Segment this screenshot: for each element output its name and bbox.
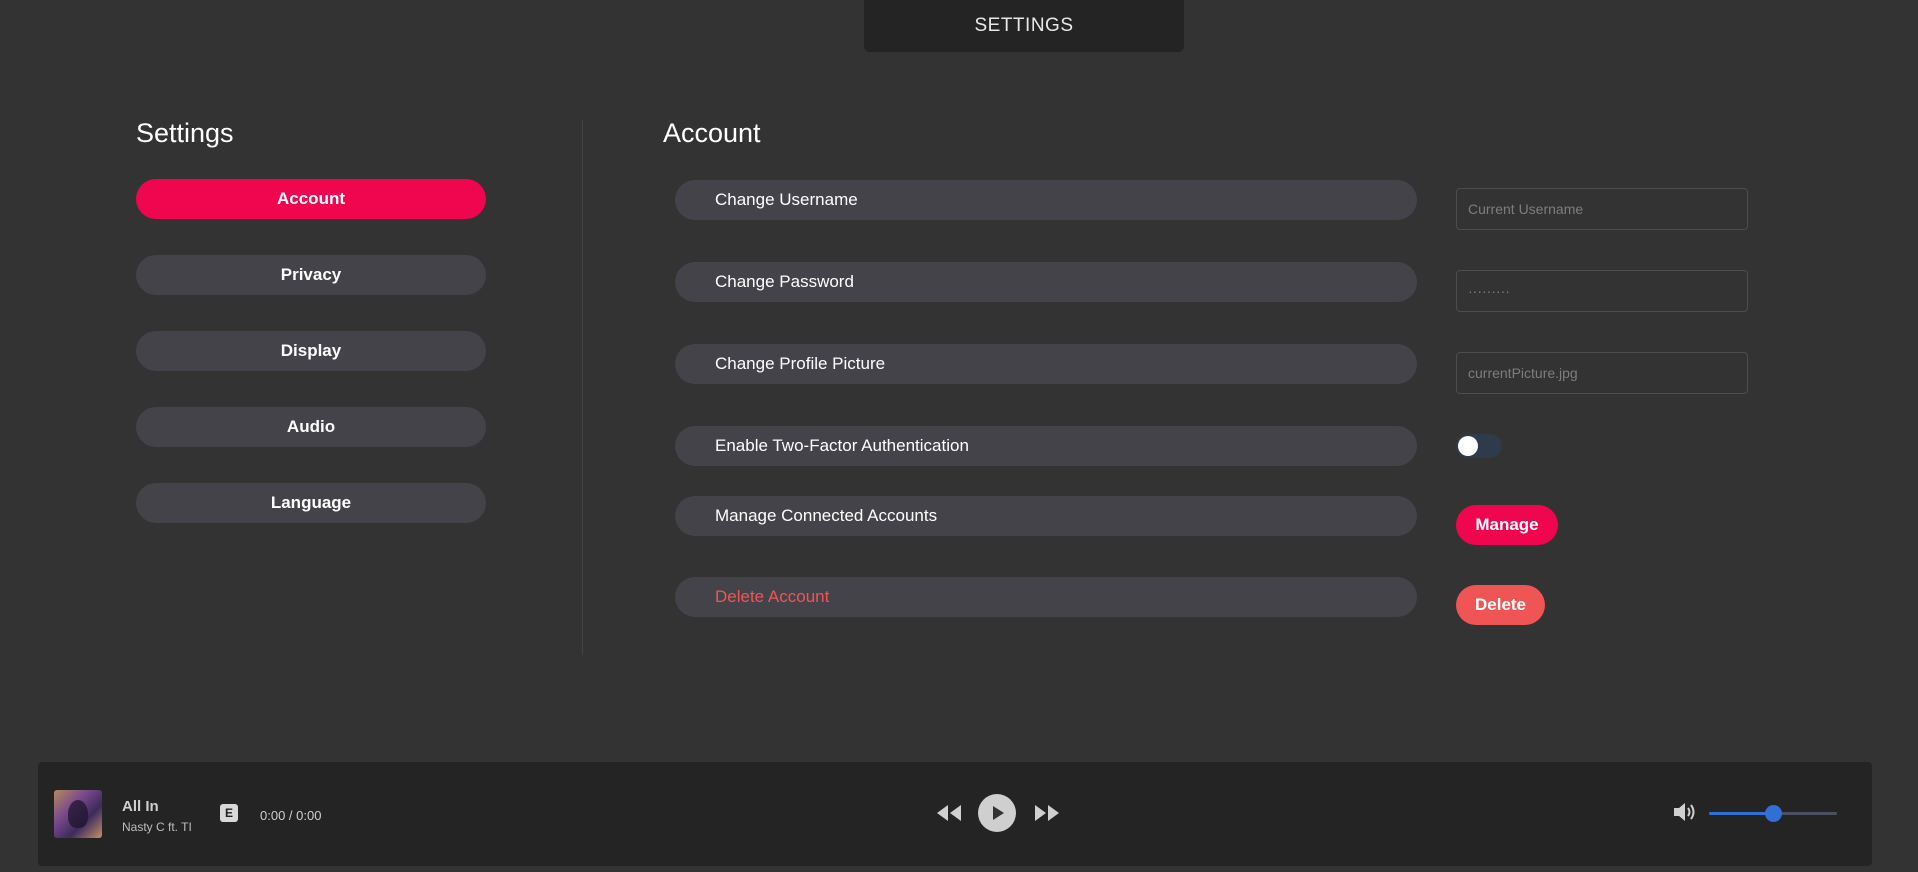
delete-button[interactable]: Delete bbox=[1456, 585, 1545, 625]
speaker-icon[interactable] bbox=[1672, 800, 1698, 829]
playback-controls bbox=[936, 794, 1066, 834]
track-artist[interactable]: Nasty C ft. TI bbox=[122, 820, 192, 834]
sidebar-item-account[interactable]: Account bbox=[136, 179, 486, 219]
sidebar-title: Settings bbox=[136, 118, 234, 148]
two-factor-toggle[interactable] bbox=[1456, 434, 1502, 458]
music-player-bar: All In Nasty C ft. TI E 0:00 / 0:00 bbox=[38, 762, 1872, 866]
change-profile-picture-row: Change Profile Picture bbox=[675, 344, 1417, 384]
delete-account-row: Delete Account bbox=[675, 577, 1417, 617]
password-input[interactable] bbox=[1456, 270, 1748, 312]
section-divider bbox=[582, 120, 583, 655]
two-factor-row: Enable Two-Factor Authentication bbox=[675, 426, 1417, 466]
volume-slider[interactable] bbox=[1709, 805, 1837, 822]
page-header-tab: SETTINGS bbox=[864, 0, 1184, 52]
sidebar-item-audio[interactable]: Audio bbox=[136, 407, 486, 447]
explicit-badge: E bbox=[220, 804, 238, 822]
volume-knob[interactable] bbox=[1765, 805, 1782, 822]
sidebar-item-privacy[interactable]: Privacy bbox=[136, 255, 486, 295]
connected-accounts-row: Manage Connected Accounts bbox=[675, 496, 1417, 536]
volume-fill bbox=[1709, 812, 1773, 815]
track-title[interactable]: All In bbox=[122, 798, 159, 815]
change-username-row: Change Username bbox=[675, 180, 1417, 220]
play-button[interactable] bbox=[978, 794, 1016, 832]
fast-forward-icon[interactable] bbox=[1034, 802, 1060, 829]
toggle-knob bbox=[1458, 436, 1478, 456]
manage-button[interactable]: Manage bbox=[1456, 505, 1558, 545]
settings-sidebar: Settings Account Privacy Display Audio L… bbox=[136, 118, 486, 559]
play-icon bbox=[993, 806, 1004, 820]
page-title: Account bbox=[663, 118, 761, 148]
rewind-icon[interactable] bbox=[936, 802, 962, 829]
playback-time: 0:00 / 0:00 bbox=[260, 808, 322, 823]
header-title: SETTINGS bbox=[974, 15, 1074, 36]
change-password-row: Change Password bbox=[675, 262, 1417, 302]
sidebar-item-display[interactable]: Display bbox=[136, 331, 486, 371]
profile-picture-input[interactable] bbox=[1456, 352, 1748, 394]
username-input[interactable] bbox=[1456, 188, 1748, 230]
album-cover[interactable] bbox=[54, 790, 102, 838]
sidebar-item-language[interactable]: Language bbox=[136, 483, 486, 523]
